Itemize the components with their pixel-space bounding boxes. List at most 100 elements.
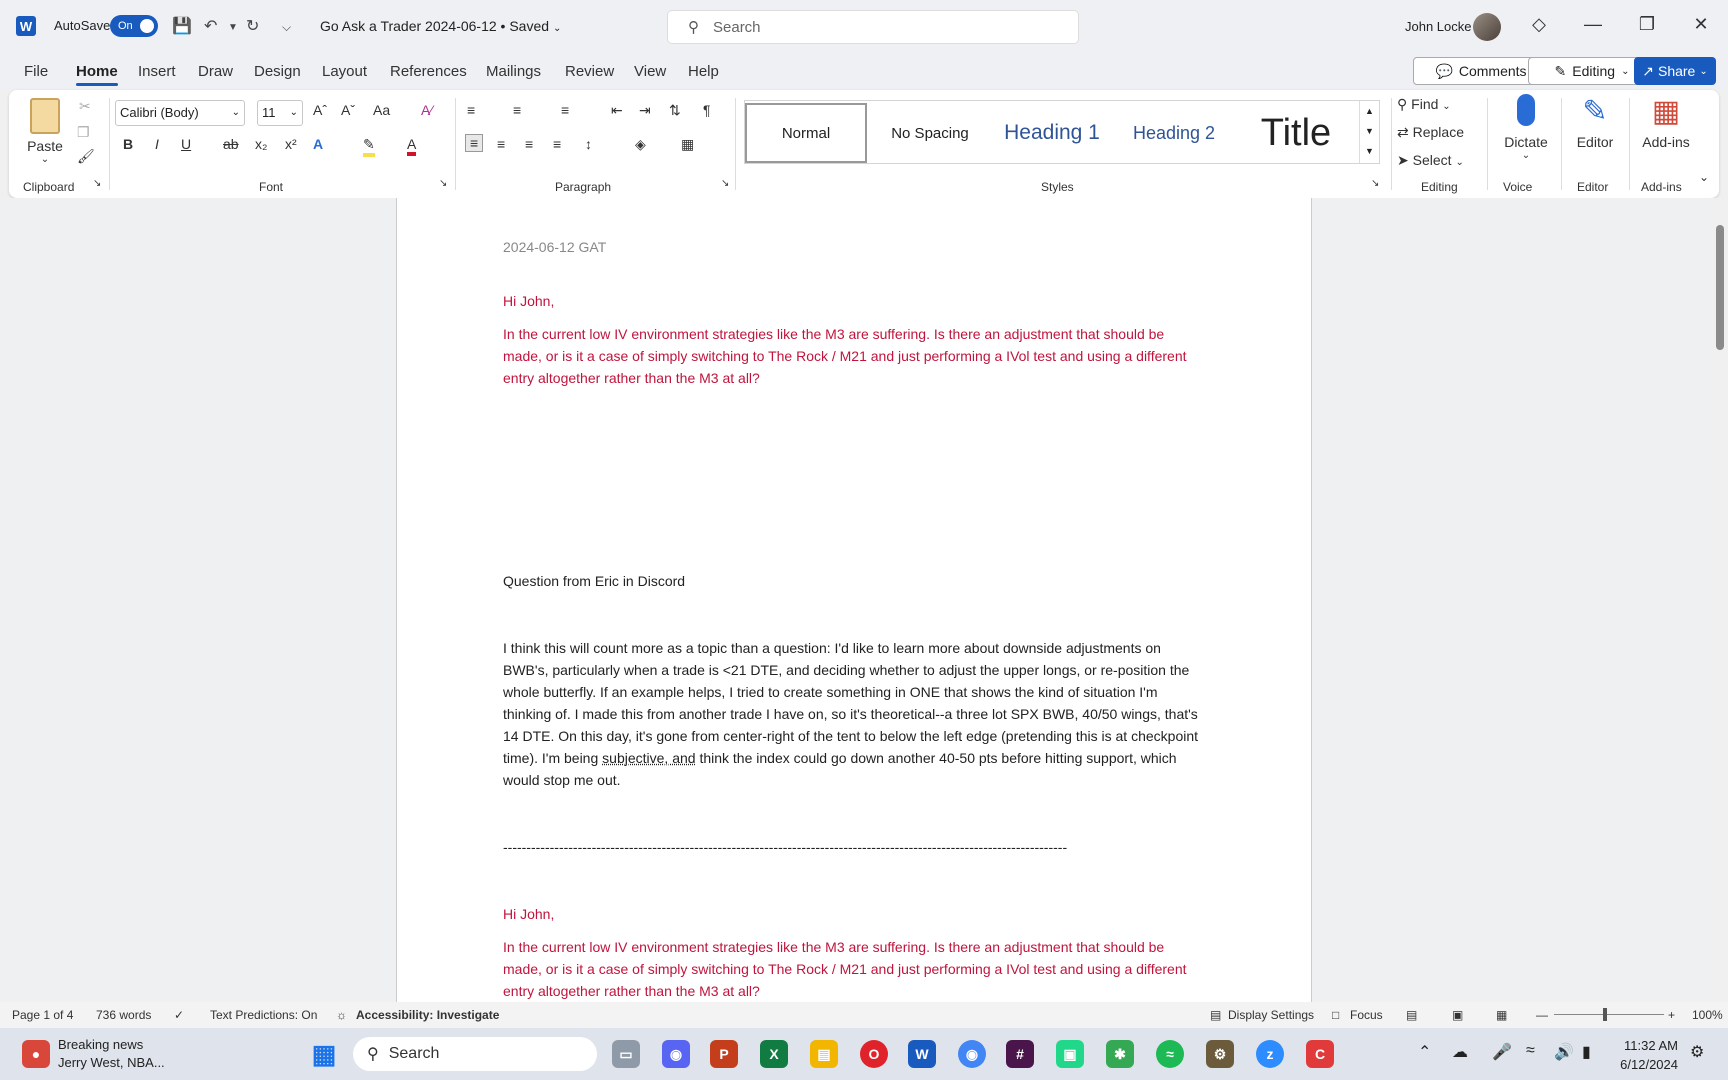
- customize-toolbar-icon[interactable]: ⌵: [282, 20, 291, 35]
- style-heading-1[interactable]: Heading 1: [991, 103, 1113, 163]
- collapse-ribbon-icon[interactable]: ⌄: [1699, 170, 1709, 184]
- page-count[interactable]: Page 1 of 4: [12, 1008, 73, 1022]
- pycharm-icon[interactable]: ▣: [1056, 1040, 1084, 1068]
- undo-dropdown-icon[interactable]: ▼: [228, 22, 238, 33]
- style-normal[interactable]: Normal: [745, 103, 867, 163]
- zoom-out-icon[interactable]: —: [1536, 1008, 1548, 1022]
- greeting[interactable]: Hi John,: [503, 290, 1203, 312]
- tab-help[interactable]: Help: [688, 63, 719, 80]
- zoom-slider[interactable]: [1554, 1014, 1664, 1015]
- divider-line[interactable]: ----------------------------------------…: [503, 836, 1203, 858]
- tab-home[interactable]: Home: [76, 63, 118, 86]
- slack-icon[interactable]: #: [1006, 1040, 1034, 1068]
- justify-icon[interactable]: ≡: [553, 136, 561, 152]
- cut-icon[interactable]: ✂: [79, 98, 91, 115]
- text-effects-icon[interactable]: A: [313, 136, 323, 152]
- bold-icon[interactable]: B: [123, 136, 133, 152]
- styles-scroll[interactable]: ▲ ▼ ▼: [1359, 101, 1379, 163]
- undo-icon[interactable]: ↶: [204, 16, 217, 36]
- scrollbar-thumb[interactable]: [1716, 225, 1724, 350]
- excel-icon[interactable]: X: [760, 1040, 788, 1068]
- app-green-icon[interactable]: ✱: [1106, 1040, 1134, 1068]
- diamond-icon[interactable]: ◇: [1524, 14, 1554, 35]
- tab-insert[interactable]: Insert: [138, 63, 176, 80]
- display-settings[interactable]: Display Settings: [1228, 1008, 1314, 1022]
- tab-view[interactable]: View: [634, 63, 666, 80]
- multilevel-list-icon[interactable]: ≡: [561, 102, 569, 118]
- news-widget[interactable]: Breaking news Jerry West, NBA...: [58, 1036, 165, 1072]
- numbering-icon[interactable]: ≡: [513, 102, 521, 118]
- greeting-2[interactable]: Hi John,: [503, 903, 1203, 925]
- settings-gear-icon[interactable]: ⚙: [1690, 1042, 1704, 1062]
- superscript-icon[interactable]: x²: [285, 136, 297, 152]
- proofing-icon[interactable]: ✓: [174, 1008, 184, 1022]
- show-hidden-icons-icon[interactable]: ⌃: [1418, 1042, 1431, 1062]
- tab-mailings[interactable]: Mailings: [486, 63, 541, 80]
- underline-icon[interactable]: U: [181, 136, 191, 152]
- clock[interactable]: 11:32 AM 6/12/2024: [1608, 1036, 1678, 1074]
- question-2-heading[interactable]: Question from Eric in Discord: [503, 570, 1203, 592]
- change-case-icon[interactable]: Aa: [373, 102, 390, 118]
- tab-file[interactable]: File: [24, 63, 48, 80]
- shading-icon[interactable]: ◈: [635, 136, 646, 153]
- dialog-launcher-icon[interactable]: ↘: [721, 178, 729, 189]
- word-count[interactable]: 736 words: [96, 1008, 151, 1022]
- wifi-icon[interactable]: ≈: [1526, 1042, 1535, 1060]
- focus-mode[interactable]: Focus: [1350, 1008, 1383, 1022]
- style-heading-2[interactable]: Heading 2: [1113, 103, 1235, 163]
- task-view-icon[interactable]: ▭: [612, 1040, 640, 1068]
- restore-icon[interactable]: ❐: [1632, 14, 1662, 35]
- cloud-icon[interactable]: ☁: [1452, 1042, 1468, 1062]
- question-1[interactable]: In the current low IV environment strate…: [503, 323, 1203, 389]
- news-icon[interactable]: ●: [22, 1040, 50, 1068]
- microphone-tray-icon[interactable]: 🎤: [1492, 1042, 1512, 1062]
- strikethrough-icon[interactable]: ab: [223, 136, 239, 152]
- tab-review[interactable]: Review: [565, 63, 614, 80]
- taskbar-search[interactable]: ⚲ Search: [353, 1037, 597, 1071]
- replace-button[interactable]: ⇄ Replace: [1397, 124, 1464, 141]
- align-center-icon[interactable]: ≡: [497, 136, 505, 152]
- text-predictions[interactable]: Text Predictions: On: [210, 1008, 317, 1022]
- copy-icon[interactable]: ❐: [77, 124, 90, 141]
- zoom-in-icon[interactable]: +: [1668, 1008, 1675, 1022]
- search-box[interactable]: ⚲ Search: [667, 10, 1079, 44]
- file-explorer-icon[interactable]: ▤: [810, 1040, 838, 1068]
- clear-formatting-icon[interactable]: A⁄: [421, 102, 433, 118]
- screen-recorder-icon[interactable]: C: [1306, 1040, 1334, 1068]
- tab-draw[interactable]: Draw: [198, 63, 233, 80]
- borders-icon[interactable]: ▦: [681, 136, 694, 153]
- accessibility-status[interactable]: Accessibility: Investigate: [356, 1008, 499, 1022]
- chrome-icon[interactable]: ◉: [958, 1040, 986, 1068]
- print-layout-icon[interactable]: ▣: [1452, 1008, 1463, 1022]
- addins-button[interactable]: ▦ Add-ins: [1631, 94, 1701, 150]
- style-no-spacing[interactable]: No Spacing: [869, 103, 991, 163]
- discord-icon[interactable]: ◉: [662, 1040, 690, 1068]
- web-layout-icon[interactable]: ▦: [1496, 1008, 1507, 1022]
- dialog-launcher-icon[interactable]: ↘: [1371, 178, 1379, 189]
- question-2-body[interactable]: I think this will count more as a topic …: [503, 637, 1203, 791]
- spotify-icon[interactable]: ≈: [1156, 1040, 1184, 1068]
- document-title[interactable]: Go Ask a Trader 2024-06-12 • Saved ⌄: [320, 18, 561, 34]
- increase-indent-icon[interactable]: ⇥: [639, 102, 651, 119]
- select-button[interactable]: ➤ Select ⌄: [1397, 152, 1464, 169]
- user-name[interactable]: John Locke: [1405, 19, 1472, 34]
- font-size-combo[interactable]: 11 ⌄: [257, 100, 303, 126]
- share-button[interactable]: ↗ Share ⌄: [1634, 57, 1716, 85]
- save-icon[interactable]: 💾: [172, 16, 192, 36]
- date-line[interactable]: 2024-06-12 GAT: [503, 236, 1203, 258]
- volume-icon[interactable]: 🔊: [1554, 1042, 1574, 1062]
- powerpoint-icon[interactable]: P: [710, 1040, 738, 1068]
- autosave-toggle[interactable]: On: [110, 15, 158, 37]
- tab-references[interactable]: References: [390, 63, 467, 80]
- shrink-font-icon[interactable]: Aˇ: [341, 102, 355, 118]
- italic-icon[interactable]: I: [155, 136, 159, 152]
- dictate-button[interactable]: Dictate ⌄: [1493, 94, 1559, 161]
- read-mode-icon[interactable]: ▤: [1406, 1008, 1417, 1022]
- redo-icon[interactable]: ↻: [246, 16, 259, 36]
- zoom-icon[interactable]: z: [1256, 1040, 1284, 1068]
- decrease-indent-icon[interactable]: ⇤: [611, 102, 623, 119]
- editor-button[interactable]: ✎ Editor: [1563, 94, 1627, 150]
- avatar[interactable]: [1473, 13, 1501, 41]
- highlight-icon[interactable]: ✎: [363, 136, 375, 157]
- zoom-level[interactable]: 100%: [1692, 1008, 1723, 1022]
